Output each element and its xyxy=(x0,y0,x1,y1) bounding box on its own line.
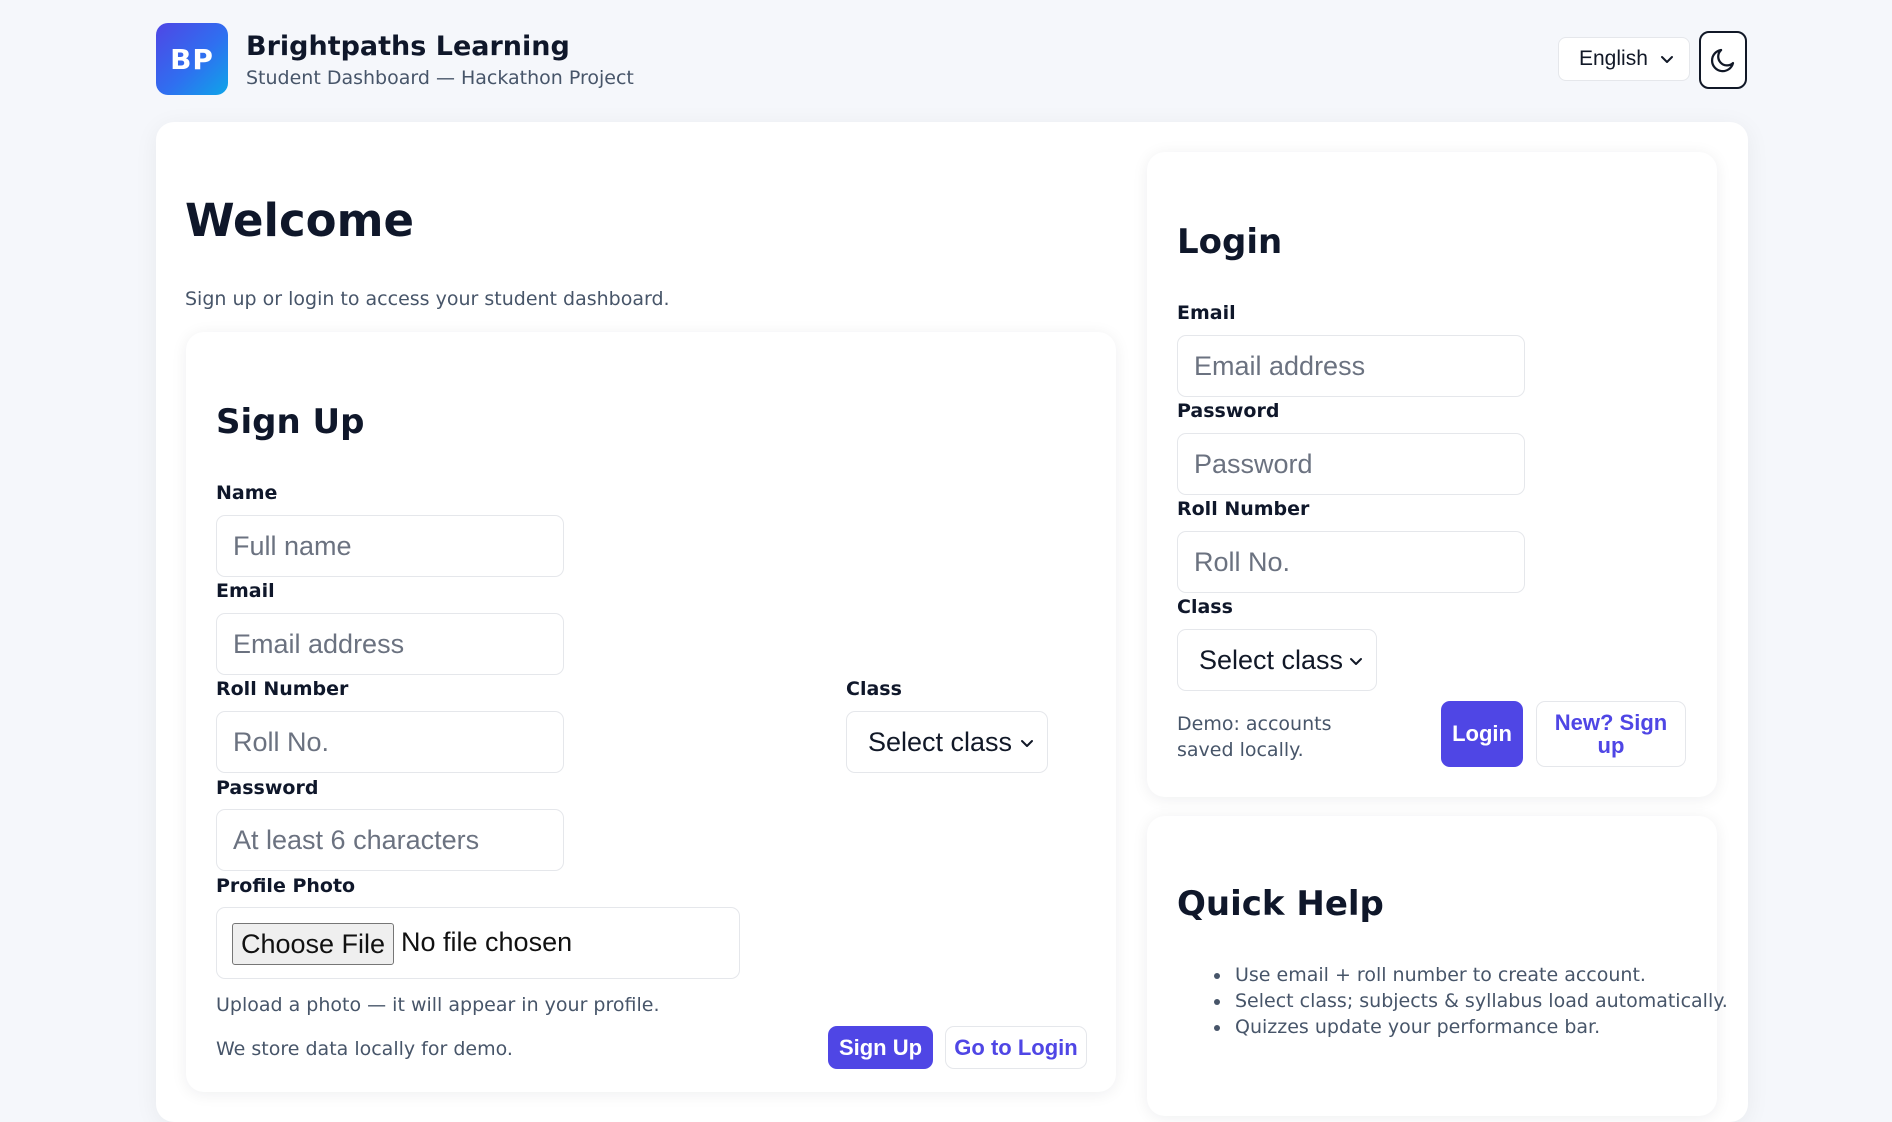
login-button[interactable]: Login xyxy=(1441,701,1523,767)
page-subtitle: Sign up or login to access your student … xyxy=(185,288,670,310)
login-title: Login xyxy=(1177,222,1283,262)
signup-email-label: Email xyxy=(216,580,275,602)
demo-note: Demo: accounts saved locally. xyxy=(1177,713,1332,761)
login-roll-input[interactable]: Roll No. xyxy=(1177,531,1525,593)
login-email-label: Email xyxy=(1177,302,1236,324)
login-class-select[interactable]: Select class xyxy=(1177,629,1377,691)
list-item: Select class; subjects & syllabus load a… xyxy=(1209,988,1728,1014)
language-select[interactable]: English xyxy=(1558,37,1690,81)
list-item: Quizzes update your performance bar. xyxy=(1209,1014,1728,1040)
profile-photo-input: Choose File No file chosen xyxy=(216,907,740,979)
signup-roll-input[interactable]: Roll No. xyxy=(216,711,564,773)
brand-subtitle: Student Dashboard — Hackathon Project xyxy=(246,67,634,89)
signup-roll-label: Roll Number xyxy=(216,678,349,700)
new-signup-link[interactable]: New? Sign up xyxy=(1536,701,1686,767)
signup-email-input[interactable]: Email address xyxy=(216,613,564,675)
quick-help-list: Use email + roll number to create accoun… xyxy=(1209,962,1728,1040)
login-class-value: Select class xyxy=(1199,644,1344,675)
signup-class-label: Class xyxy=(846,678,902,700)
login-class-label: Class xyxy=(1177,596,1233,618)
theme-toggle-button[interactable] xyxy=(1699,31,1747,89)
quick-help-title: Quick Help xyxy=(1177,884,1384,924)
brand-title: Brightpaths Learning xyxy=(246,31,570,62)
goto-login-button[interactable]: Go to Login xyxy=(945,1026,1087,1069)
signup-password-input[interactable]: At least 6 characters xyxy=(216,809,564,871)
signup-class-select[interactable]: Select class xyxy=(846,711,1048,773)
name-label: Name xyxy=(216,482,278,504)
storage-note: We store data locally for demo. xyxy=(216,1038,513,1060)
chevron-down-icon xyxy=(1350,658,1362,665)
moon-icon xyxy=(1711,48,1735,73)
list-item: Use email + roll number to create accoun… xyxy=(1209,962,1728,988)
signup-title: Sign Up xyxy=(216,402,365,442)
choose-file-button[interactable]: Choose File xyxy=(232,923,394,965)
chevron-down-icon xyxy=(1021,740,1033,747)
photo-label: Profile Photo xyxy=(216,875,356,897)
photo-hint: Upload a photo — it will appear in your … xyxy=(216,994,660,1016)
file-status: No file chosen xyxy=(401,927,573,957)
app-header: BP Brightpaths Learning Student Dashboar… xyxy=(156,23,1748,95)
signup-name-input[interactable]: Full name xyxy=(216,515,564,577)
signup-class-value: Select class xyxy=(868,726,1013,757)
chevron-down-icon xyxy=(1661,56,1673,63)
login-password-label: Password xyxy=(1177,400,1280,422)
login-roll-label: Roll Number xyxy=(1177,498,1310,520)
signup-password-label: Password xyxy=(216,777,319,799)
login-password-input[interactable]: Password xyxy=(1177,433,1525,495)
brand-logo: BP xyxy=(156,23,228,95)
login-email-input[interactable]: Email address xyxy=(1177,335,1525,397)
language-value: English xyxy=(1579,47,1648,70)
page-title: Welcome xyxy=(185,194,414,247)
signup-button[interactable]: Sign Up xyxy=(828,1026,933,1069)
